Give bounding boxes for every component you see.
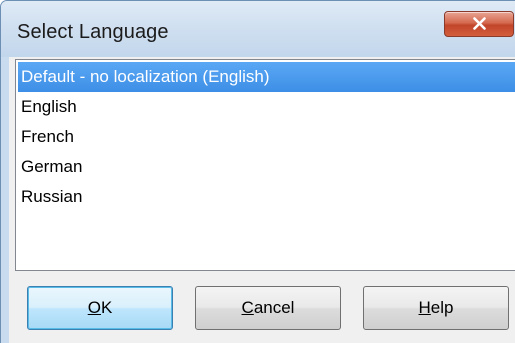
close-x-icon bbox=[473, 17, 486, 30]
language-item-german[interactable]: German bbox=[18, 152, 82, 182]
ok-mnemonic: O bbox=[87, 298, 101, 317]
help-button[interactable]: Help bbox=[363, 286, 509, 330]
help-mnemonic: H bbox=[418, 298, 431, 317]
dialog-content: Default - no localization (English) Engl… bbox=[9, 57, 515, 343]
cancel-button[interactable]: Cancel bbox=[195, 286, 341, 330]
language-item-russian[interactable]: Russian bbox=[18, 182, 82, 212]
cancel-mnemonic: C bbox=[241, 298, 254, 317]
language-item-default[interactable]: Default - no localization (English) bbox=[18, 62, 515, 92]
close-button[interactable] bbox=[444, 11, 514, 37]
language-item-french[interactable]: French bbox=[18, 122, 74, 152]
select-language-dialog: Select Language Default - no localizatio… bbox=[0, 0, 515, 343]
ok-label-rest: K bbox=[100, 298, 113, 317]
cancel-label-rest: ancel bbox=[253, 298, 295, 317]
title-bar[interactable]: Select Language bbox=[1, 1, 515, 57]
dialog-title: Select Language bbox=[17, 21, 169, 43]
language-item-english[interactable]: English bbox=[18, 92, 77, 122]
ok-button[interactable]: OK bbox=[27, 286, 173, 330]
help-label-rest: elp bbox=[430, 298, 454, 317]
language-listbox[interactable]: Default - no localization (English) Engl… bbox=[15, 59, 515, 271]
